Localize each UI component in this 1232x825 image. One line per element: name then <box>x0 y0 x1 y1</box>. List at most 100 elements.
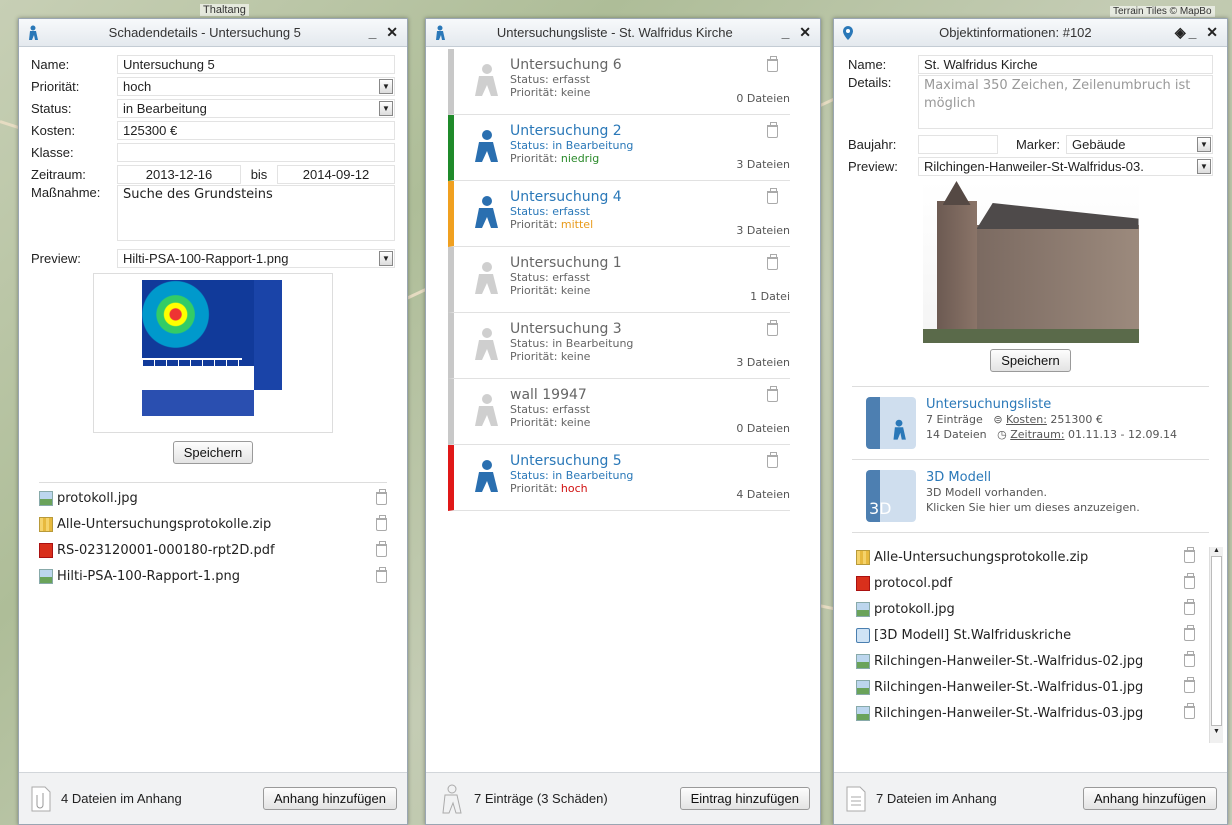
file-row[interactable]: Rilchingen-Hanweiler-St.-Walfridus-01.jp… <box>856 677 1195 703</box>
trash-icon[interactable] <box>767 56 778 72</box>
item-priority: keine <box>560 416 591 429</box>
file-name[interactable]: Rilchingen-Hanweiler-St.-Walfridus-02.jp… <box>874 654 1184 669</box>
chevron-down-icon[interactable]: ▼ <box>379 78 393 94</box>
file-name[interactable]: RS-023120001-000180-rpt2D.pdf <box>57 543 376 558</box>
trash-icon[interactable] <box>376 540 387 557</box>
map-marker-icon <box>843 25 853 40</box>
status-select[interactable]: in Bearbeitung ▼ <box>117 98 395 118</box>
item-file-count: 3 Dateien <box>736 224 790 237</box>
file-name[interactable]: protocol.pdf <box>874 576 1184 591</box>
panel-header[interactable]: Objektinformationen: #102 ◈_ ✕ <box>834 19 1227 47</box>
list-item[interactable]: Untersuchung 4 Status: erfasst Priorität… <box>448 181 790 247</box>
file-name[interactable]: Alle-Untersuchungsprotokolle.zip <box>874 550 1184 565</box>
list-item[interactable]: Untersuchung 5 Status: in Bearbeitung Pr… <box>448 445 790 511</box>
measure-textarea[interactable]: Suche des Grundsteins <box>117 185 395 241</box>
file-name[interactable]: Alle-Untersuchungsprotokolle.zip <box>57 517 376 532</box>
trash-icon[interactable] <box>1184 547 1195 563</box>
item-priority: keine <box>560 86 591 99</box>
3d-model-icon <box>856 628 870 643</box>
name-field[interactable]: St. Walfridus Kirche <box>918 54 1213 74</box>
window-controls[interactable]: ◈_ ✕ <box>1175 24 1221 41</box>
year-field[interactable] <box>918 134 998 154</box>
file-row[interactable]: Rilchingen-Hanweiler-St.-Walfridus-03.jp… <box>856 703 1195 729</box>
file-row[interactable]: protokoll.jpg <box>856 599 1195 625</box>
list-item[interactable]: Untersuchung 2 Status: in Bearbeitung Pr… <box>448 115 790 181</box>
panel-header[interactable]: Schadendetails - Untersuchung 5 _ ✕ <box>19 19 407 47</box>
class-field[interactable] <box>117 142 395 162</box>
file-name[interactable]: [3D Modell] St.Walfriduskriche <box>874 628 1184 643</box>
priority-select[interactable]: hoch ▼ <box>117 76 395 96</box>
panel-title: Objektinformationen: #102 <box>939 25 1092 40</box>
trash-icon[interactable] <box>1184 599 1195 615</box>
trash-icon[interactable] <box>1184 703 1195 719</box>
scrollbar[interactable]: ▲ ▼ <box>1209 547 1223 743</box>
list-item[interactable]: Untersuchung 6 Status: erfasst Priorität… <box>448 49 790 115</box>
chevron-down-icon[interactable]: ▼ <box>379 100 393 116</box>
file-row[interactable]: Alle-Untersuchungsprotokolle.zip <box>856 547 1195 573</box>
trash-icon[interactable] <box>1184 573 1195 589</box>
preview-select[interactable]: Rilchingen-Hanweiler-St-Walfridus-03. ▼ <box>918 156 1213 176</box>
preview-select[interactable]: Hilti-PSA-100-Rapport-1.png ▼ <box>117 248 395 268</box>
trash-icon[interactable] <box>767 320 778 336</box>
chevron-down-icon[interactable]: ▼ <box>1197 158 1211 174</box>
file-name[interactable]: Rilchingen-Hanweiler-St.-Walfridus-01.jp… <box>874 680 1184 695</box>
window-controls[interactable]: _ ✕ <box>369 24 401 41</box>
item-priority: keine <box>560 350 591 363</box>
item-status: Status: in Bearbeitung <box>510 337 634 350</box>
date-from-field[interactable]: 2013-12-16 <box>117 164 241 184</box>
chevron-down-icon[interactable]: ▼ <box>379 250 393 266</box>
scroll-down-icon[interactable]: ▼ <box>1210 728 1223 735</box>
save-button[interactable]: Speichern <box>172 441 254 464</box>
name-field[interactable]: Untersuchung 5 <box>117 54 395 74</box>
chevron-down-icon[interactable]: ▼ <box>1197 136 1211 152</box>
list-item[interactable]: Untersuchung 1 Status: erfasst Priorität… <box>448 247 790 313</box>
file-name[interactable]: Hilti-PSA-100-Rapport-1.png <box>57 569 376 584</box>
file-row[interactable]: Hilti-PSA-100-Rapport-1.png <box>39 563 387 589</box>
investigation-list-card[interactable]: Untersuchungsliste 7 Einträge ⊜ Kosten: … <box>852 387 1209 460</box>
worker-icon <box>475 394 498 426</box>
worker-icon <box>475 64 498 96</box>
trash-icon[interactable] <box>1184 677 1195 693</box>
trash-icon[interactable] <box>1184 625 1195 641</box>
attachment-count: 7 Dateien im Anhang <box>876 791 997 806</box>
save-button[interactable]: Speichern <box>990 349 1071 372</box>
date-to-field[interactable]: 2014-09-12 <box>277 164 395 184</box>
item-status: Status: in Bearbeitung <box>510 469 634 482</box>
file-row[interactable]: Alle-Untersuchungsprotokolle.zip <box>39 511 387 537</box>
file-row[interactable]: protokoll.jpg <box>39 485 387 511</box>
status-label: Status: <box>31 100 72 116</box>
trash-icon[interactable] <box>767 386 778 402</box>
trash-icon[interactable] <box>1184 651 1195 667</box>
trash-icon[interactable] <box>376 566 387 583</box>
cost-field[interactable]: 125300 € <box>117 120 395 140</box>
file-name[interactable]: Rilchingen-Hanweiler-St.-Walfridus-03.jp… <box>874 706 1184 721</box>
investigation-list: Untersuchung 6 Status: erfasst Priorität… <box>448 49 790 511</box>
list-item[interactable]: Untersuchung 3 Status: in Bearbeitung Pr… <box>448 313 790 379</box>
add-attachment-button[interactable]: Anhang hinzufügen <box>1082 787 1217 810</box>
details-textarea[interactable]: Maximal 350 Zeichen, Zeilenumbruch ist m… <box>918 75 1213 129</box>
trash-icon[interactable] <box>376 488 387 505</box>
marker-select[interactable]: Gebäude ▼ <box>1066 134 1213 154</box>
trash-icon[interactable] <box>376 514 387 531</box>
file-row[interactable]: RS-023120001-000180-rpt2D.pdf <box>39 537 387 563</box>
list-item[interactable]: wall 19947 Status: erfasst Priorität: ke… <box>448 379 790 445</box>
window-controls[interactable]: _ ✕ <box>782 24 814 41</box>
file-row[interactable]: protocol.pdf <box>856 573 1195 599</box>
file-row[interactable]: [3D Modell] St.Walfriduskriche <box>856 625 1195 651</box>
panel-header[interactable]: Untersuchungsliste - St. Walfridus Kirch… <box>426 19 820 47</box>
marker-label: Marker: <box>1015 136 1060 152</box>
scrollbar-thumb[interactable] <box>1211 556 1222 726</box>
file-name[interactable]: protokoll.jpg <box>57 491 376 506</box>
trash-icon[interactable] <box>767 452 778 468</box>
scroll-up-icon[interactable]: ▲ <box>1210 547 1223 554</box>
add-attachment-button[interactable]: Anhang hinzufügen <box>262 787 397 810</box>
card-title: Untersuchungsliste <box>926 397 1052 412</box>
item-status: Status: erfasst <box>510 73 590 86</box>
trash-icon[interactable] <box>767 122 778 138</box>
add-entry-button[interactable]: Eintrag hinzufügen <box>679 787 810 810</box>
file-name[interactable]: protokoll.jpg <box>874 602 1184 617</box>
trash-icon[interactable] <box>767 188 778 204</box>
file-row[interactable]: Rilchingen-Hanweiler-St.-Walfridus-02.jp… <box>856 651 1195 677</box>
3d-model-card[interactable]: 3D 3D Modell 3D Modell vorhanden. Klicke… <box>852 460 1209 533</box>
trash-icon[interactable] <box>767 254 778 270</box>
